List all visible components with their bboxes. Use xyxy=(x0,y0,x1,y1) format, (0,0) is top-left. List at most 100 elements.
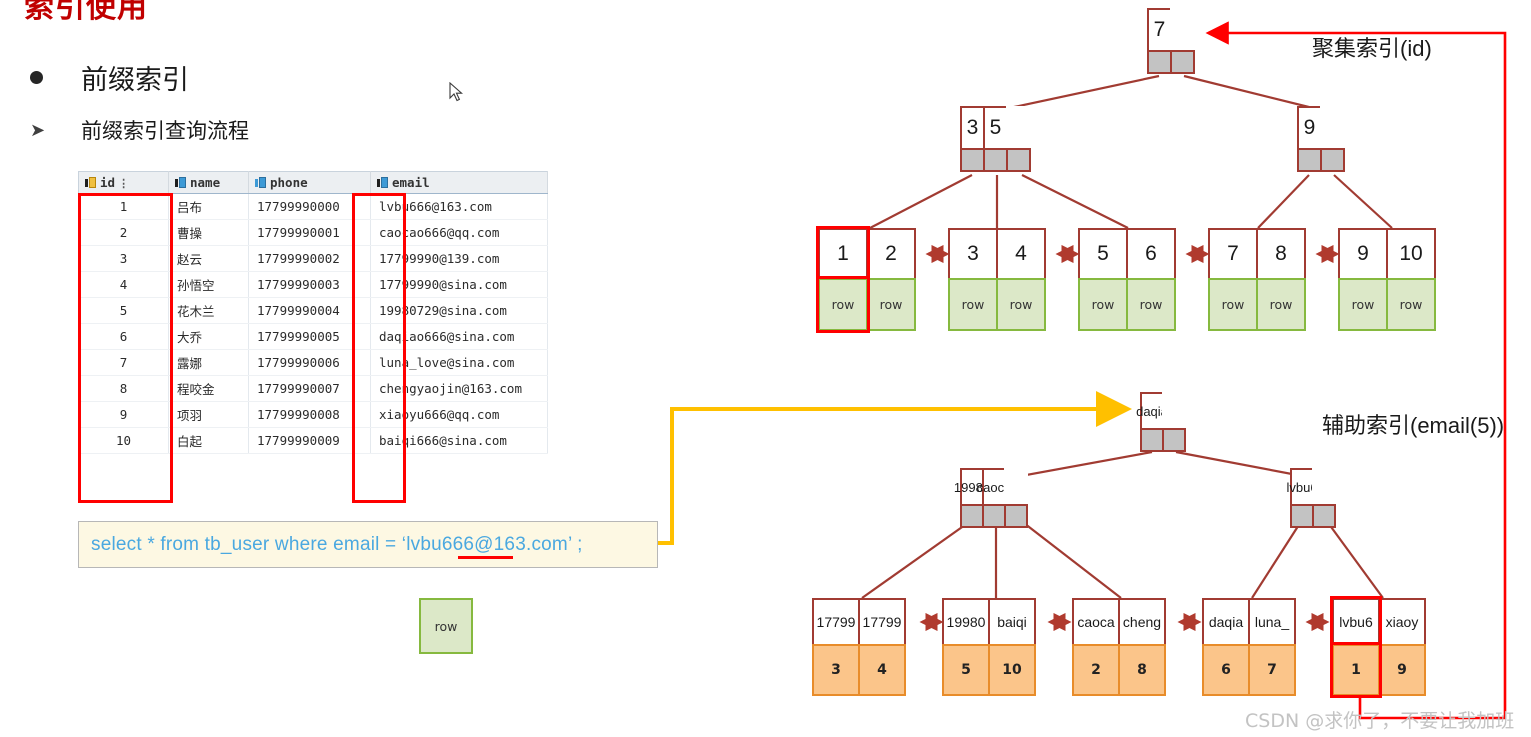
node-key-row: lvbu6 xyxy=(1290,468,1336,506)
cell-email: luna_love@sina.com xyxy=(371,350,548,376)
leaf-data-cell: row xyxy=(1208,278,1258,331)
leaf-data-cell: row xyxy=(948,278,998,331)
node-key-cell: 1 xyxy=(818,228,868,280)
leaf-data-cell: 3 xyxy=(812,644,860,696)
cell-name: 曹操 xyxy=(169,220,249,246)
cell-id: 5 xyxy=(79,298,169,324)
leaf-data-row: 34 xyxy=(812,646,906,696)
node-pointer-row xyxy=(1147,52,1195,74)
table-row[interactable]: 6大乔17799990005daqiao666@sina.com xyxy=(79,324,548,350)
column-header-email[interactable]: email xyxy=(371,172,548,194)
clustered-leaf-node-3: 56rowrow xyxy=(1078,228,1176,331)
column-header-name[interactable]: name xyxy=(169,172,249,194)
node-key-cell: luna_ xyxy=(1248,598,1296,646)
node-key-cell: lvbu6 xyxy=(1290,468,1314,506)
node-pointer-cell xyxy=(1147,50,1172,74)
table-row[interactable]: 7露娜17799990006luna_love@sina.com xyxy=(79,350,548,376)
node-key-row: lvbu6xiaoy xyxy=(1332,598,1426,646)
node-key-cell: cheng xyxy=(1118,598,1166,646)
leaf-data-row: rowrow xyxy=(1338,280,1436,331)
table-body: 1吕布17799990000lvbu666@163.com2曹操17799990… xyxy=(79,194,548,454)
cell-id: 3 xyxy=(79,246,169,272)
leaf-data-row: rowrow xyxy=(1208,280,1306,331)
node-pointer-cell xyxy=(960,504,984,528)
node-key-row: caocacheng xyxy=(1072,598,1166,646)
node-pointer-cell xyxy=(1162,428,1186,452)
leaf-data-cell: 1 xyxy=(1332,644,1380,696)
node-key-cell: 9 xyxy=(1297,106,1322,150)
node-pointer-cell xyxy=(983,148,1008,172)
cell-name: 吕布 xyxy=(169,194,249,220)
node-key-pad xyxy=(1004,468,1028,506)
table-row[interactable]: 4孙悟空1779999000317799990@sina.com xyxy=(79,272,548,298)
cell-id: 9 xyxy=(79,402,169,428)
secondary-leaf-node-3: caocacheng28 xyxy=(1072,598,1166,696)
column-icon xyxy=(175,177,186,188)
leaf-data-cell: row xyxy=(1256,278,1306,331)
node-key-cell: 8 xyxy=(1256,228,1306,280)
leaf-data-cell: row xyxy=(996,278,1046,331)
cell-email: chengyaojin@163.com xyxy=(371,376,548,402)
cell-email: caocao666@qq.com xyxy=(371,220,548,246)
node-key-cell: caoca xyxy=(982,468,1006,506)
node-key-cell: 7 xyxy=(1208,228,1258,280)
cell-phone: 17799990003 xyxy=(249,272,371,298)
leaf-data-cell: row xyxy=(866,278,916,331)
cell-name: 花木兰 xyxy=(169,298,249,324)
slide-canvas: 索引使用 前缀索引 ➤ 前缀索引查询流程 id⋮ name phone xyxy=(0,0,1531,737)
node-key-row: 78 xyxy=(1208,228,1306,280)
node-key-cell: 4 xyxy=(996,228,1046,280)
node-key-cell: 3 xyxy=(948,228,998,280)
node-key-pad xyxy=(1320,106,1345,150)
node-pointer-row xyxy=(960,150,1031,172)
table-row[interactable]: 5花木兰1779999000419980729@sina.com xyxy=(79,298,548,324)
node-pointer-cell xyxy=(1312,504,1336,528)
cell-id: 10 xyxy=(79,428,169,454)
secondary-leaf-node-2: 19980baiqi510 xyxy=(942,598,1036,696)
node-key-cell: 5 xyxy=(983,106,1008,150)
secondary-root-node: daqia xyxy=(1140,392,1186,452)
node-key-cell: 6 xyxy=(1126,228,1176,280)
table-row[interactable]: 8程咬金17799990007chengyaojin@163.com xyxy=(79,376,548,402)
cell-phone: 17799990008 xyxy=(249,402,371,428)
node-pointer-cell xyxy=(1170,50,1195,74)
sql-prefix-underline xyxy=(458,556,513,559)
table-row[interactable]: 9项羽17799990008xiaoyu666@qq.com xyxy=(79,402,548,428)
node-key-pad xyxy=(1162,392,1186,430)
clustered-internal-node-2: 9 xyxy=(1297,106,1345,172)
leaf-data-row: 19 xyxy=(1332,646,1426,696)
node-key-pad xyxy=(1006,106,1031,150)
node-key-cell: 5 xyxy=(1078,228,1128,280)
cell-id: 1 xyxy=(79,194,169,220)
cell-phone: 17799990007 xyxy=(249,376,371,402)
leaf-data-cell: 7 xyxy=(1248,644,1296,696)
triangle-bullet-icon: ➤ xyxy=(30,121,43,139)
cell-email: 17799990@139.com xyxy=(371,246,548,272)
node-key-row: 7 xyxy=(1147,8,1195,52)
table-row[interactable]: 1吕布17799990000lvbu666@163.com xyxy=(79,194,548,220)
leaf-data-cell: 4 xyxy=(858,644,906,696)
leaf-data-cell: 2 xyxy=(1072,644,1120,696)
clustered-leaf-node-2: 34rowrow xyxy=(948,228,1046,331)
node-key-row: 19980caoca xyxy=(960,468,1028,506)
cell-id: 8 xyxy=(79,376,169,402)
table-row[interactable]: 3赵云1779999000217799990@139.com xyxy=(79,246,548,272)
table-row[interactable]: 10白起17799990009baiqi666@sina.com xyxy=(79,428,548,454)
node-key-cell: 19980 xyxy=(942,598,990,646)
column-icon xyxy=(255,177,266,188)
table-row[interactable]: 2曹操17799990001caocao666@qq.com xyxy=(79,220,548,246)
cell-name: 大乔 xyxy=(169,324,249,350)
column-header-id[interactable]: id⋮ xyxy=(79,172,169,194)
leaf-data-row: 28 xyxy=(1072,646,1166,696)
cell-email: baiqi666@sina.com xyxy=(371,428,548,454)
node-key-row: 1779917799 xyxy=(812,598,906,646)
leaf-data-cell: 8 xyxy=(1118,644,1166,696)
column-header-phone[interactable]: phone xyxy=(249,172,371,194)
cell-email: 17799990@sina.com xyxy=(371,272,548,298)
cell-phone: 17799990005 xyxy=(249,324,371,350)
node-key-cell: lvbu6 xyxy=(1332,598,1380,646)
mouse-cursor-icon xyxy=(449,82,463,102)
node-key-row: 35 xyxy=(960,106,1031,150)
cell-email: 19980729@sina.com xyxy=(371,298,548,324)
leaf-data-cell: row xyxy=(1126,278,1176,331)
